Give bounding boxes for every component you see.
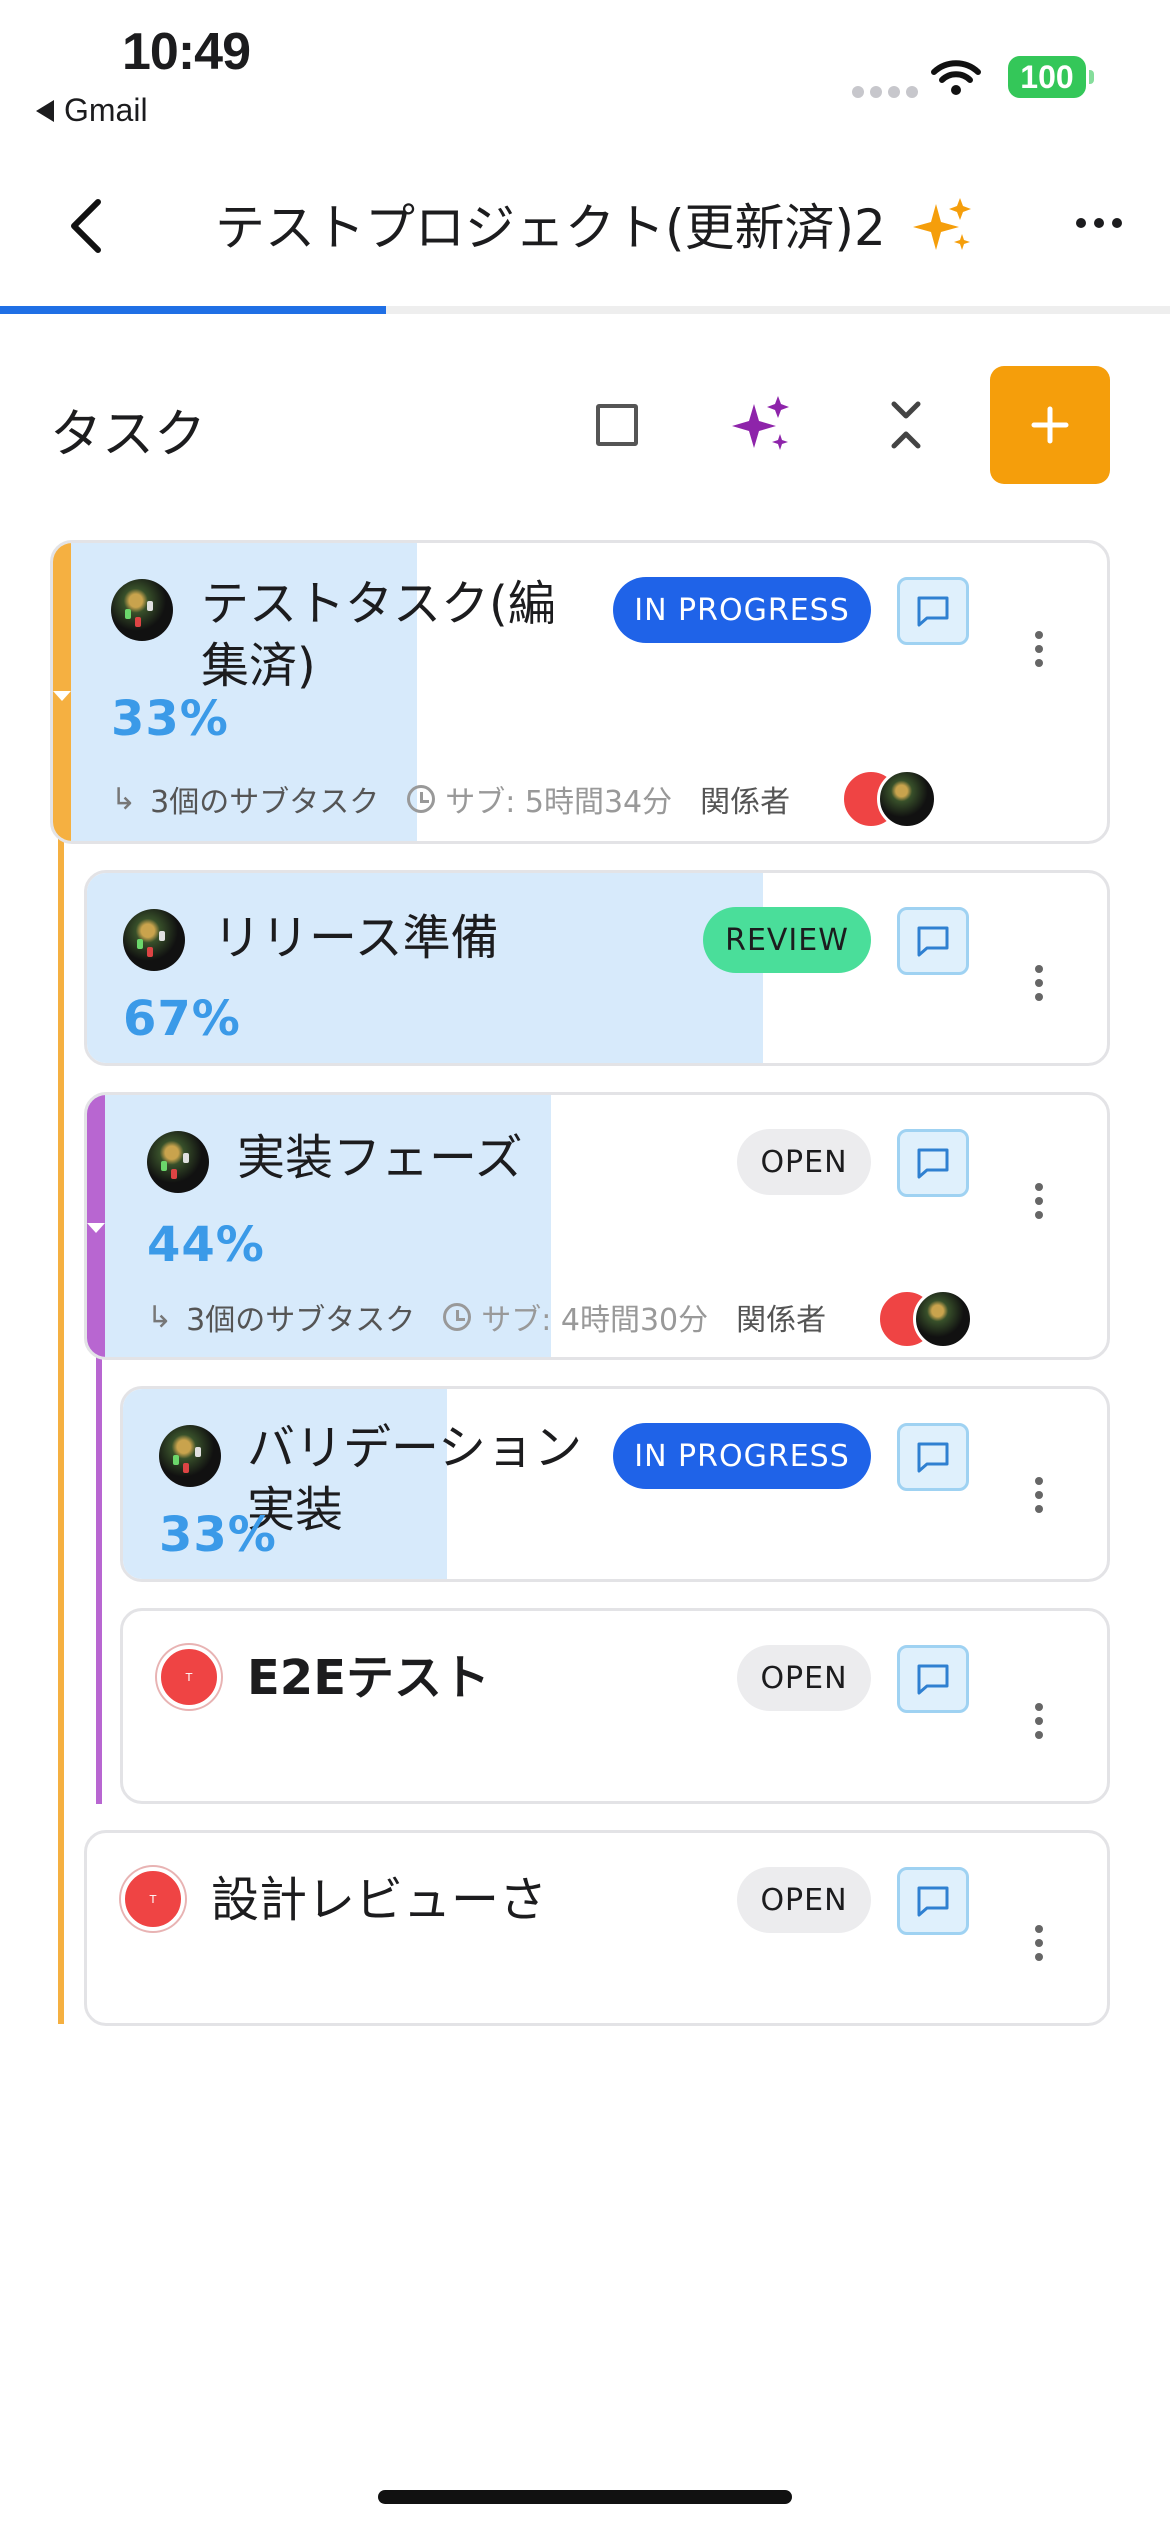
comment-button[interactable] — [897, 1645, 969, 1713]
task-menu-icon[interactable] — [1035, 1477, 1045, 1513]
back-chevron-icon[interactable] — [62, 196, 112, 256]
chat-icon — [917, 1148, 949, 1179]
comment-button[interactable] — [897, 577, 969, 645]
page-title: テストプロジェクト(更新済)2 — [215, 199, 886, 257]
add-task-button[interactable] — [990, 366, 1110, 484]
task-percent: 33% — [111, 691, 229, 747]
task-card[interactable]: リリース準備 67% REVIEW — [84, 870, 1110, 1066]
task-card[interactable]: バリデーション実装 33% IN PROGRESS — [120, 1386, 1110, 1582]
members-label: 関係者 — [700, 785, 791, 820]
task-percent: 33% — [159, 1507, 277, 1563]
status-badge[interactable]: OPEN — [737, 1129, 871, 1195]
subtask-arrow-icon: ↳ — [111, 781, 137, 817]
status-badge[interactable]: OPEN — [737, 1867, 871, 1933]
clock-icon — [443, 1303, 472, 1331]
task-title[interactable]: 実装フェーズ — [237, 1127, 617, 1189]
collapse-all-icon[interactable] — [886, 398, 926, 452]
task-meta: ↳ 3個のサブタスク サブ: 5時間34分 関係者 — [111, 777, 790, 821]
task-card[interactable]: T E2Eテスト OPEN — [120, 1608, 1110, 1804]
task-card[interactable]: T 設計レビューさ OPEN — [84, 1830, 1110, 2026]
select-all-checkbox[interactable] — [596, 404, 638, 446]
expand-triangle-icon — [87, 1223, 105, 1233]
ai-sparkle-icon[interactable] — [908, 194, 978, 260]
ai-generate-icon[interactable] — [728, 392, 794, 458]
task-card[interactable]: テストタスク(編集済) 33% IN PROGRESS ↳ 3個のサブタスク サ… — [50, 540, 1110, 844]
chat-icon — [917, 926, 949, 957]
project-progress-fill — [0, 306, 387, 314]
status-time: 10:49 — [122, 23, 251, 81]
tree-line-phase — [96, 1356, 102, 1804]
task-card[interactable]: 実装フェーズ 44% OPEN ↳ 3個のサブタスク サブ: 4時間30分 関係… — [84, 1092, 1110, 1360]
chat-icon — [917, 1442, 949, 1473]
task-title[interactable]: バリデーション実装 — [247, 1417, 587, 1541]
assignee-avatar: T — [157, 1645, 221, 1709]
clock-icon — [407, 785, 436, 813]
members-label: 関係者 — [736, 1303, 827, 1338]
comment-button[interactable] — [897, 1867, 969, 1935]
subtask-time: サブ: 5時間34分 — [445, 785, 673, 820]
comment-button[interactable] — [897, 1423, 969, 1491]
back-triangle-icon — [36, 99, 54, 122]
status-badge[interactable]: OPEN — [737, 1645, 871, 1711]
more-options-icon[interactable] — [1076, 218, 1122, 228]
battery-level: 100 — [1020, 58, 1074, 95]
assignee-avatar: T — [121, 1867, 185, 1931]
subtask-count: 3個のサブタスク — [150, 785, 380, 820]
plus-icon — [1031, 406, 1069, 444]
tree-line-root — [58, 838, 64, 2024]
task-menu-icon[interactable] — [1035, 631, 1045, 667]
expand-triangle-icon — [53, 691, 71, 701]
subtask-arrow-icon: ↳ — [147, 1299, 173, 1335]
task-meta: ↳ 3個のサブタスク サブ: 4時間30分 関係者 — [147, 1295, 826, 1339]
task-percent: 44% — [147, 1217, 265, 1273]
task-menu-icon[interactable] — [1035, 1183, 1045, 1219]
task-menu-icon[interactable] — [1035, 1703, 1045, 1739]
cellular-signal-icon — [852, 86, 918, 98]
status-badge[interactable]: IN PROGRESS — [613, 1423, 871, 1489]
member-avatars[interactable] — [877, 1289, 977, 1349]
chat-icon — [917, 1886, 949, 1917]
task-menu-icon[interactable] — [1035, 1925, 1045, 1961]
assignee-avatar — [147, 1131, 209, 1193]
status-badge[interactable]: REVIEW — [703, 907, 871, 973]
chat-icon — [917, 1664, 949, 1695]
subtask-count: 3個のサブタスク — [186, 1303, 416, 1338]
assignee-avatar — [111, 579, 173, 641]
task-title[interactable]: テストタスク(編集済) — [201, 573, 561, 697]
back-app-label: Gmail — [64, 92, 148, 128]
task-menu-icon[interactable] — [1035, 965, 1045, 1001]
assignee-avatar — [159, 1425, 221, 1487]
assignee-avatar — [123, 909, 185, 971]
task-percent: 67% — [123, 991, 241, 1047]
task-title[interactable]: E2Eテスト — [247, 1647, 587, 1709]
member-avatars[interactable] — [841, 769, 941, 829]
subtask-time: サブ: 4時間30分 — [481, 1303, 709, 1338]
comment-button[interactable] — [897, 907, 969, 975]
chat-icon — [917, 596, 949, 627]
back-to-app-link[interactable]: Gmail — [36, 92, 148, 129]
battery-indicator: 100 — [1008, 56, 1094, 98]
status-badge[interactable]: IN PROGRESS — [613, 577, 871, 643]
task-title[interactable]: リリース準備 — [213, 907, 633, 969]
task-title[interactable]: 設計レビューさ — [211, 1869, 631, 1931]
comment-button[interactable] — [897, 1129, 969, 1197]
wifi-icon — [931, 60, 981, 95]
home-indicator[interactable] — [378, 2490, 792, 2504]
project-progress-track — [0, 306, 1170, 314]
section-heading: タスク — [50, 405, 207, 465]
